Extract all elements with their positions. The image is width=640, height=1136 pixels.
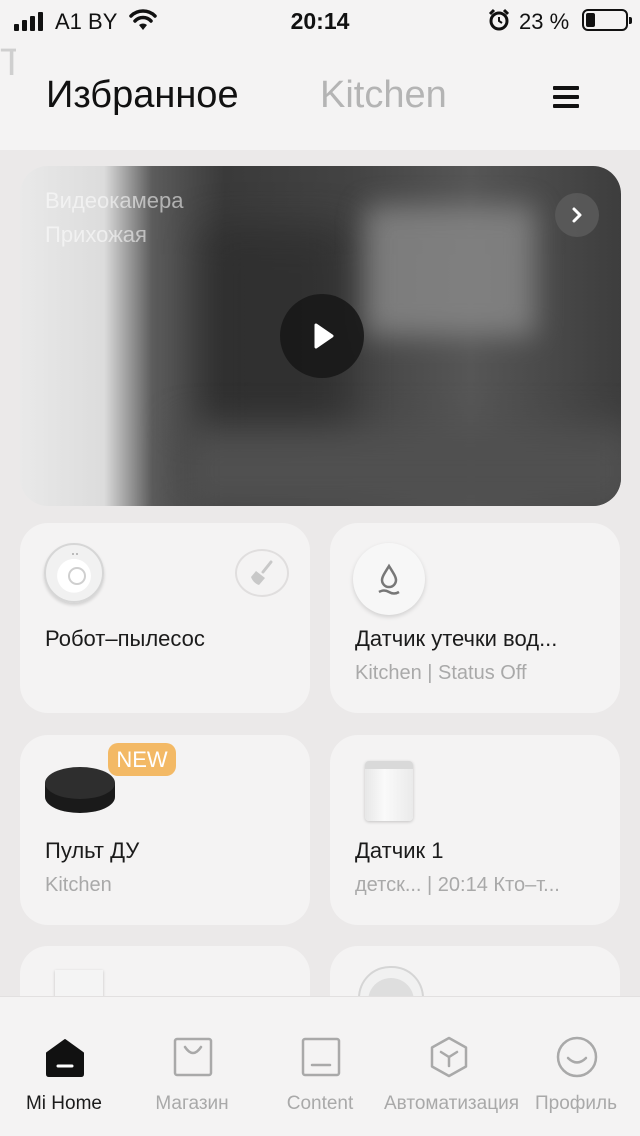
camera-card[interactable]: Видеокамера Прихожая: [20, 166, 621, 506]
nav-label: Магазин: [155, 1093, 229, 1114]
home-icon: [46, 1039, 84, 1077]
tab-next-partial[interactable]: Т: [0, 42, 16, 82]
thermometer-clock-icon: [358, 966, 424, 998]
device-status: детск... | 20:14 Кто–т...: [355, 874, 560, 896]
nav-item-mi-home[interactable]: Mi Home: [0, 997, 128, 1136]
new-badge: NEW: [108, 743, 176, 776]
camera-room: Прихожая: [45, 222, 147, 247]
tab-favorites[interactable]: Избранное: [46, 74, 239, 117]
device-name: Робот–пылесос: [45, 626, 205, 651]
shopping-bag-icon: [173, 1037, 213, 1077]
device-name: Датчик утечки вод...: [355, 626, 558, 651]
room-tabs-header: Избранное Kitchen Т: [0, 42, 640, 150]
device-name: Пульт ДУ: [45, 838, 140, 863]
nav-item-automation[interactable]: Автоматизация: [384, 997, 519, 1136]
bottom-navigation: Mi Home Магазин Content Автоматизация Пр…: [0, 996, 640, 1136]
automation-icon: [430, 1036, 468, 1078]
chevron-right-icon[interactable]: [555, 193, 599, 237]
camera-name: Видеокамера: [45, 188, 184, 213]
status-bar: A1 BY 20:14 23 %: [0, 0, 640, 42]
device-card-ir-remote[interactable]: NEW Пульт ДУ Kitchen: [20, 735, 310, 925]
nav-label: Автоматизация: [384, 1093, 519, 1114]
device-card-water-leak[interactable]: Датчик утечки вод... Kitchen | Status Of…: [330, 523, 620, 713]
device-card-robot-vacuum[interactable]: Робот–пылесос: [20, 523, 310, 713]
nav-label: Профиль: [534, 1093, 618, 1114]
battery-percent: 23 %: [519, 9, 570, 34]
ir-remote-hub-icon: [45, 767, 115, 813]
play-icon[interactable]: [280, 294, 364, 378]
nav-item-profile[interactable]: Профиль: [512, 997, 640, 1136]
alarm-icon: [488, 8, 510, 31]
nav-item-shop[interactable]: Магазин: [128, 997, 256, 1136]
motion-sensor-icon: [55, 970, 103, 998]
menu-icon[interactable]: [553, 86, 579, 110]
nav-item-content[interactable]: Content: [256, 997, 384, 1136]
nav-label: Content: [286, 1093, 354, 1114]
broom-icon[interactable]: [235, 549, 289, 597]
battery-icon: [582, 9, 632, 31]
device-card-sensor-1[interactable]: Датчик 1 детск... | 20:14 Кто–т...: [330, 735, 620, 925]
nav-label: Mi Home: [25, 1093, 102, 1114]
motion-sensor-icon: [365, 761, 413, 821]
device-room: Kitchen: [45, 874, 112, 896]
water-leak-sensor-icon: [353, 543, 425, 615]
profile-icon: [556, 1036, 598, 1078]
device-status: Kitchen | Status Off: [355, 662, 527, 684]
tab-kitchen[interactable]: Kitchen: [320, 74, 447, 117]
robot-vacuum-icon: [44, 543, 104, 603]
battery-level: [586, 13, 595, 27]
device-name: Датчик 1: [355, 838, 444, 863]
content-icon: [301, 1037, 341, 1077]
